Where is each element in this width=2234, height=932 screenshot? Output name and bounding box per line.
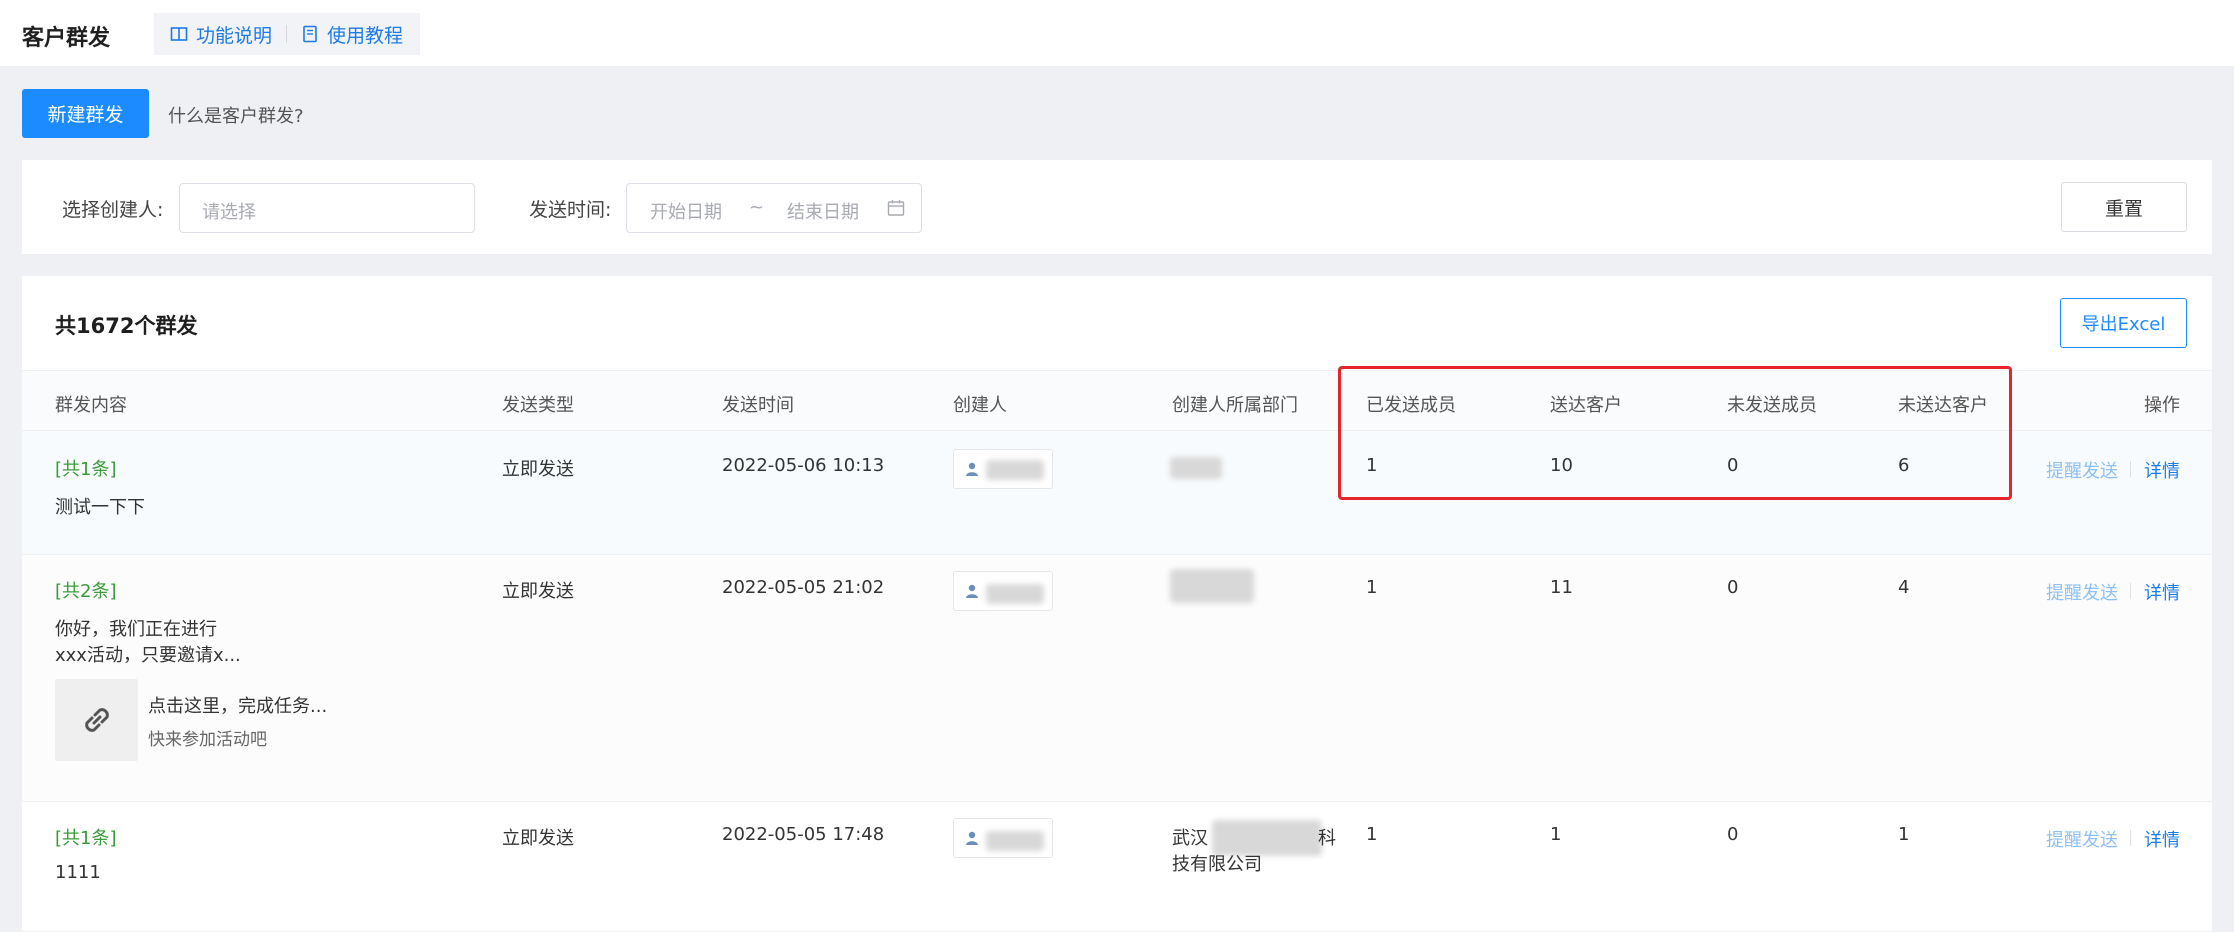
col-undelivered: 未送达客户 [1898,395,1988,416]
sent-members: 1 [1366,577,1378,598]
undelivered-customers: 1 [1898,824,1910,845]
table-row: [共1条] 测试一下下 立即发送 2022-05-06 10:13 1 10 0… [22,431,2212,555]
table-row: [共2条] 你好，我们正在进行 xxx活动，只要邀请x... 点击这里，完成任务… [22,555,2212,802]
end-date-placeholder: 结束日期 [787,202,859,223]
notebook-icon [303,25,317,43]
link-card-title: 点击这里，完成任务... [148,696,328,717]
creator-placeholder: 请选择 [202,202,256,223]
message-text-line2: xxx活动，只要邀请x... [55,645,241,666]
col-actions: 操作 [2144,395,2180,416]
creator-chip [953,449,1053,489]
new-broadcast-button[interactable]: 新建群发 [22,89,149,138]
broadcast-list-panel: 共1672个群发 导出Excel 群发内容 发送类型 发送时间 创建人 创建人所… [22,276,2212,932]
calendar-icon [887,200,905,216]
table-row: [共1条] 1111 立即发送 2022-05-05 17:48 武汉 科 技有… [22,802,2212,932]
department-line1-end: 科 [1318,828,1336,849]
user-icon [966,831,978,845]
action-divider [2130,583,2131,599]
col-sent-members: 已发送成员 [1366,395,1456,416]
help-tutorial-label: 使用教程 [327,24,404,47]
send-type: 立即发送 [502,459,574,480]
filter-panel: 选择创建人: 请选择 发送时间: 开始日期 ~ 结束日期 重置 [22,160,2212,254]
message-text-line1: 你好，我们正在进行 [55,619,217,640]
help-function-link[interactable]: 功能说明 [170,21,272,48]
link-card-subtitle: 快来参加活动吧 [148,730,267,750]
remind-send-link[interactable]: 提醒发送 [2046,579,2118,605]
help-function-label: 功能说明 [196,24,273,47]
col-send-time: 发送时间 [722,395,794,416]
date-range-picker[interactable]: 开始日期 ~ 结束日期 [626,183,922,233]
export-excel-button[interactable]: 导出Excel [2060,298,2187,348]
reset-button[interactable]: 重置 [2061,182,2187,232]
page-title: 客户群发 [22,26,111,51]
col-unsent-members: 未发送成员 [1727,395,1817,416]
col-delivered: 送达客户 [1550,395,1622,416]
department-line2: 技有限公司 [1172,854,1262,875]
send-type: 立即发送 [502,828,574,849]
undelivered-customers: 6 [1898,455,1910,476]
message-count-tag: [共2条] [55,581,117,602]
undelivered-customers: 4 [1898,577,1910,598]
user-icon [966,584,978,598]
delivered-customers: 1 [1550,824,1562,845]
detail-link[interactable]: 详情 [2144,579,2180,605]
book-open-icon [170,27,188,41]
creator-label: 选择创建人: [62,199,164,221]
creator-name-redacted [986,831,1044,851]
message-count-tag: [共1条] [55,459,117,480]
help-links: 功能说明 使用教程 [154,13,420,55]
detail-link[interactable]: 详情 [2144,457,2180,483]
remind-send-link[interactable]: 提醒发送 [2046,457,2118,483]
action-divider [2130,461,2131,477]
user-icon [966,462,978,476]
detail-link[interactable]: 详情 [2144,826,2180,852]
unsent-members: 0 [1727,577,1739,598]
creator-name-redacted [986,584,1044,604]
creator-chip [953,571,1053,611]
delivered-customers: 10 [1550,455,1573,476]
delivered-customers: 11 [1550,577,1573,598]
send-time: 2022-05-05 21:02 [722,577,885,598]
col-creator: 创建人 [953,395,1007,416]
what-is-broadcast-link[interactable]: 什么是客户群发? [168,102,304,128]
message-text: 测试一下下 [55,497,145,518]
table-header: 群发内容 发送类型 发送时间 创建人 创建人所属部门 已发送成员 送达客户 未发… [22,370,2212,431]
col-department: 创建人所属部门 [1172,395,1298,416]
sent-members: 1 [1366,455,1378,476]
creator-select[interactable]: 请选择 [179,183,475,233]
department-redacted [1170,569,1254,603]
page-header: 客户群发 功能说明 使用教程 [0,0,2234,66]
message-count-tag: [共1条] [55,828,117,849]
link-thumbnail [55,679,138,761]
date-range-separator: ~ [749,197,765,218]
help-tutorial-link[interactable]: 使用教程 [301,21,403,48]
col-send-type: 发送类型 [502,395,574,416]
col-content: 群发内容 [55,395,127,416]
send-type: 立即发送 [502,581,574,602]
link-icon [84,708,109,732]
sent-members: 1 [1366,824,1378,845]
department-redacted [1170,457,1222,479]
department-line1-start: 武汉 [1172,828,1208,849]
creator-chip [953,818,1053,858]
send-time: 2022-05-05 17:48 [722,824,885,845]
creator-name-redacted [986,460,1044,480]
message-text: 1111 [55,862,101,883]
unsent-members: 0 [1727,455,1739,476]
help-divider [286,25,288,43]
send-time-label: 发送时间: [529,199,612,221]
start-date-placeholder: 开始日期 [650,202,722,223]
remind-send-link[interactable]: 提醒发送 [2046,826,2118,852]
broadcast-count: 共1672个群发 [55,314,198,338]
action-divider [2130,830,2131,846]
unsent-members: 0 [1727,824,1739,845]
send-time: 2022-05-06 10:13 [722,455,885,476]
